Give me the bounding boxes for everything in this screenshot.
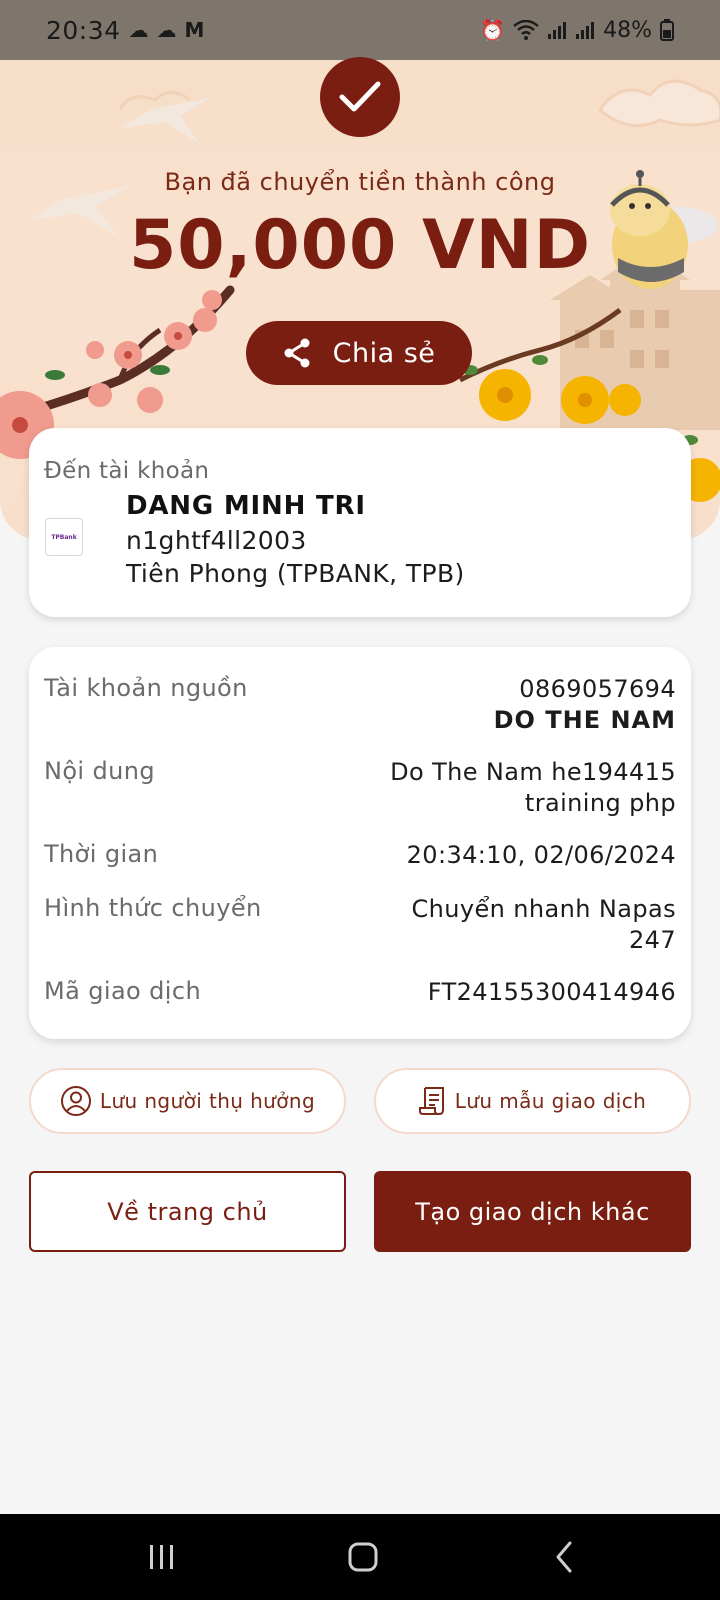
share-label: Chia sẻ	[332, 337, 436, 369]
receipt-icon	[418, 1087, 444, 1115]
save-beneficiary-button[interactable]: Lưu người thụ hưởng	[29, 1068, 346, 1134]
success-check-icon	[320, 57, 400, 137]
home-button[interactable]: Về trang chủ	[29, 1171, 346, 1252]
method-label: Hình thức chuyển	[44, 894, 262, 922]
cloud-icon: ☁	[156, 18, 177, 42]
save-beneficiary-label: Lưu người thụ hưởng	[99, 1089, 316, 1113]
back-nav-button[interactable]	[534, 1534, 594, 1580]
content-label: Nội dung	[44, 757, 156, 785]
wifi-icon	[513, 20, 539, 40]
gmail-icon: M	[184, 18, 205, 42]
source-account-row: Tài khoản nguồn 0869057694 DO THE NAM	[44, 674, 676, 738]
recipient-bank: Tiên Phong (TPBANK, TPB)	[126, 559, 465, 588]
source-account-name: DO THE NAM	[493, 706, 676, 734]
share-button[interactable]: Chia sẻ	[246, 321, 472, 385]
time-label: Thời gian	[44, 840, 159, 868]
home-nav-icon	[348, 1542, 378, 1572]
weather-cloud-moon-icon: ☁	[128, 18, 149, 42]
tpbank-logo: TPBank	[45, 518, 83, 556]
battery-percent: 48%	[603, 17, 652, 43]
transaction-id-label: Mã giao dịch	[44, 977, 202, 1005]
user-circle-icon	[60, 1086, 91, 1116]
battery-icon	[660, 19, 674, 41]
source-account-number: 0869057694	[519, 675, 676, 703]
content-row: Nội dung Do The Nam he194415 training ph…	[44, 757, 676, 821]
system-nav-bar	[0, 1514, 720, 1600]
recipient-account: n1ghtf4ll2003	[126, 526, 307, 555]
save-template-button[interactable]: Lưu mẫu giao dịch	[374, 1068, 691, 1134]
time-row: Thời gian 20:34:10, 02/06/2024	[44, 840, 676, 872]
home-nav-button[interactable]	[333, 1534, 393, 1580]
destination-label: Đến tài khoản	[44, 458, 210, 484]
transaction-id-row: Mã giao dịch FT24155300414946	[44, 977, 676, 1009]
share-icon	[284, 338, 310, 368]
recipient-name: DANG MINH TRI	[126, 491, 366, 521]
source-account-value: 0869057694 DO THE NAM	[494, 674, 676, 736]
recent-apps-icon	[150, 1545, 173, 1569]
alarm-icon: ⏰	[480, 18, 506, 42]
transfer-amount: 50,000 VND	[128, 206, 592, 285]
method-value: Chuyển nhanh Napas 247	[411, 895, 676, 954]
content-value: Do The Nam he194415 training php	[390, 758, 676, 817]
signal-icon	[576, 22, 595, 39]
time-value: 20:34:10, 02/06/2024	[406, 841, 676, 869]
method-row: Hình thức chuyển Chuyển nhanh Napas 247	[44, 894, 676, 958]
status-time: 20:34	[46, 15, 121, 45]
transaction-id-value: FT24155300414946	[427, 978, 676, 1006]
status-bar: 20:34 ☁ ☁ M ⏰ 48%	[0, 0, 720, 60]
transaction-details-card: Tài khoản nguồn 0869057694 DO THE NAM Nộ…	[29, 647, 691, 1039]
destination-card: Đến tài khoản TPBank DANG MINH TRI n1ght…	[29, 428, 691, 617]
signal-icon	[548, 22, 567, 39]
recent-apps-button[interactable]	[132, 1534, 192, 1580]
new-transaction-button[interactable]: Tạo giao dịch khác	[374, 1171, 691, 1252]
success-message: Bạn đã chuyển tiền thành công	[164, 168, 556, 196]
save-template-label: Lưu mẫu giao dịch	[454, 1089, 647, 1113]
back-icon	[556, 1541, 572, 1573]
source-account-label: Tài khoản nguồn	[44, 674, 248, 702]
